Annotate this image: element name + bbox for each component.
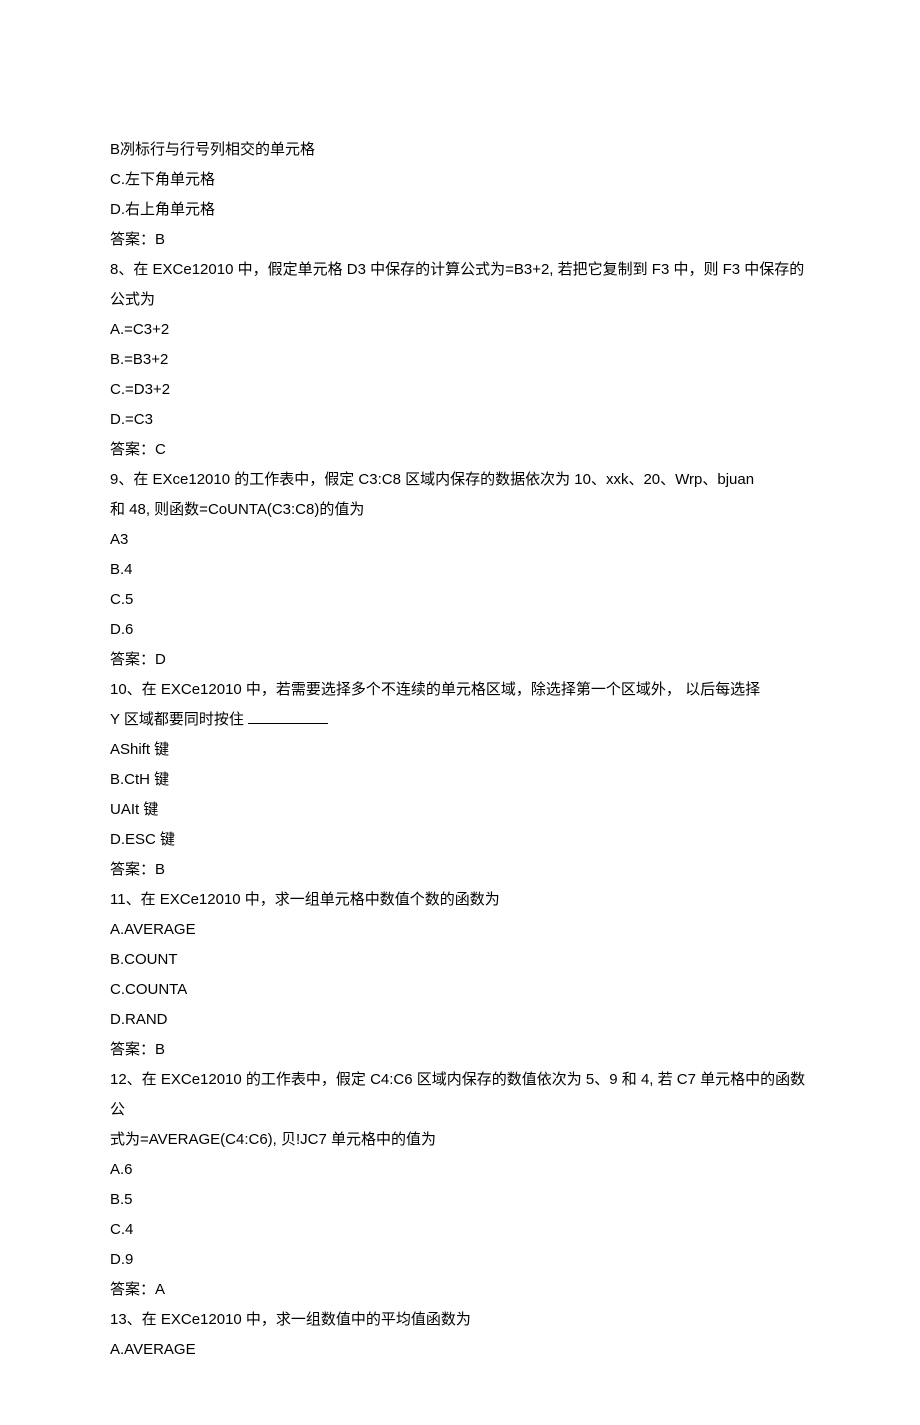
q11-option-d: D.RAND	[110, 1005, 810, 1035]
q12-option-a: A.6	[110, 1155, 810, 1185]
q11-option-b: B.COUNT	[110, 945, 810, 975]
q11-stem: 11、在 EXCe12010 中，求一组单元格中数值个数的函数为	[110, 885, 810, 915]
q10-option-b: B.CtH 键	[110, 765, 810, 795]
q10-stem-text: Y 区域都要同时按住	[110, 711, 244, 728]
q12-stem-line1: 12、在 EXCe12010 的工作表中，假定 C4:C6 区域内保存的数值依次…	[110, 1065, 810, 1125]
q7-answer: 答案：B	[110, 225, 810, 255]
q11-answer: 答案：B	[110, 1035, 810, 1065]
q13-stem: 13、在 EXCe12010 中，求一组数值中的平均值函数为	[110, 1305, 810, 1335]
q7-option-d: D.右上角单元格	[110, 195, 810, 225]
q8-option-a: A.=C3+2	[110, 315, 810, 345]
q9-option-b: B.4	[110, 555, 810, 585]
q9-stem-line1: 9、在 EXce12010 的工作表中，假定 C3:C8 区域内保存的数据依次为…	[110, 465, 810, 495]
q7-option-b: B冽标行与行号列相交的单元格	[110, 135, 810, 165]
q9-answer: 答案：D	[110, 645, 810, 675]
q9-option-a: A3	[110, 525, 810, 555]
q12-stem-line2: 式为=AVERAGE(C4:C6), 贝!JC7 单元格中的值为	[110, 1125, 810, 1155]
q7-option-c: C.左下角单元格	[110, 165, 810, 195]
q11-option-c: C.COUNTA	[110, 975, 810, 1005]
q10-option-d: D.ESC 键	[110, 825, 810, 855]
q8-option-b: B.=B3+2	[110, 345, 810, 375]
q8-option-c: C.=D3+2	[110, 375, 810, 405]
q9-stem-line2: 和 48, 则函数=CoUNTA(C3:C8)的值为	[110, 495, 810, 525]
q8-option-d: D.=C3	[110, 405, 810, 435]
q10-option-c: UAIt 键	[110, 795, 810, 825]
q8-stem: 8、在 EXCe12010 中，假定单元格 D3 中保存的计算公式为=B3+2,…	[110, 255, 810, 315]
q8-answer: 答案：C	[110, 435, 810, 465]
q12-option-d: D.9	[110, 1245, 810, 1275]
q9-option-d: D.6	[110, 615, 810, 645]
q10-stem-line2: Y 区域都要同时按住	[110, 705, 810, 735]
q12-option-c: C.4	[110, 1215, 810, 1245]
q9-option-c: C.5	[110, 585, 810, 615]
q12-option-b: B.5	[110, 1185, 810, 1215]
fill-blank	[248, 723, 328, 724]
q11-option-a: A.AVERAGE	[110, 915, 810, 945]
q13-option-a: A.AVERAGE	[110, 1335, 810, 1365]
q10-option-a: AShift 键	[110, 735, 810, 765]
q10-stem-line1: 10、在 EXCe12010 中，若需要选择多个不连续的单元格区域，除选择第一个…	[110, 675, 810, 705]
q10-answer: 答案：B	[110, 855, 810, 885]
document-page: B冽标行与行号列相交的单元格 C.左下角单元格 D.右上角单元格 答案：B 8、…	[0, 0, 920, 1425]
